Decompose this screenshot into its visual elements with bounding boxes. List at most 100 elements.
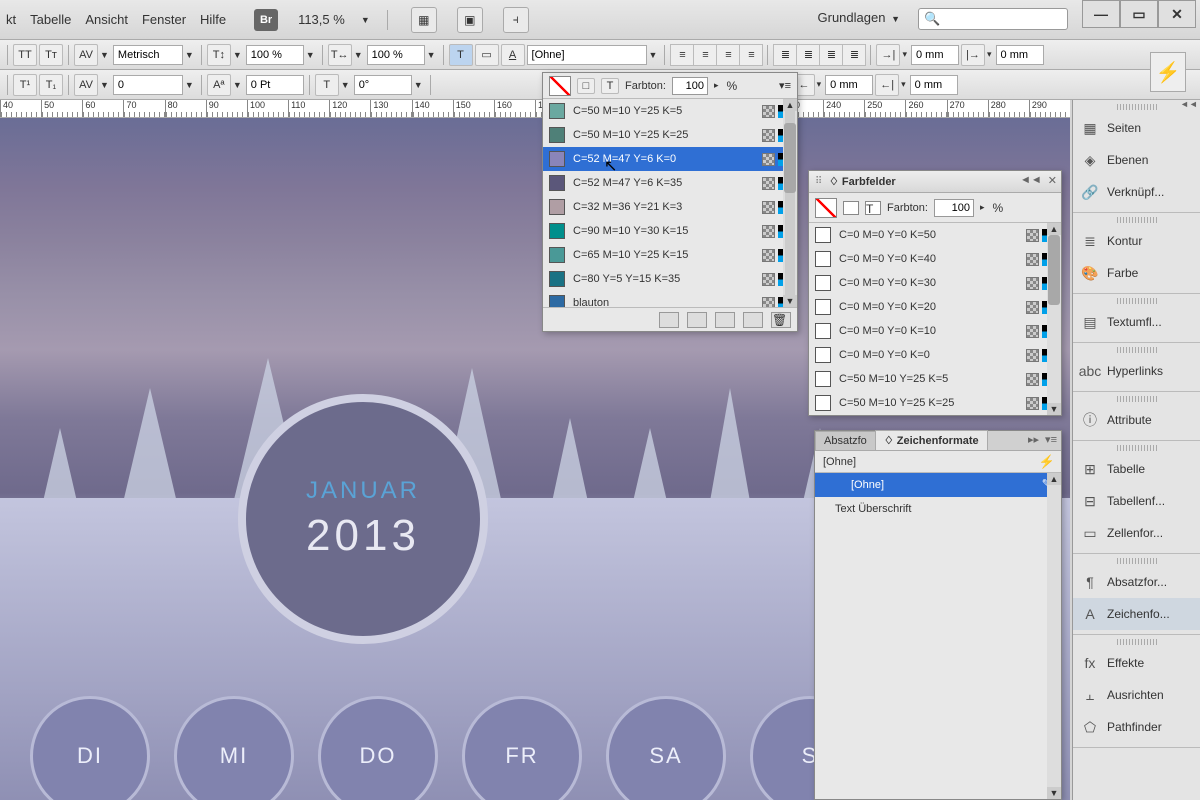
dock-item-seiten[interactable]: ▦Seiten bbox=[1073, 112, 1200, 144]
swatch-row[interactable]: C=32 M=36 Y=21 K=3 bbox=[543, 195, 797, 219]
dock-grip-icon[interactable] bbox=[1117, 298, 1157, 304]
panel-titlebar[interactable]: ⠿ ♢ Farbfelder ◄◄✕ bbox=[809, 171, 1061, 193]
quick-apply-icon[interactable]: ⚡ bbox=[1150, 52, 1186, 92]
ff-farbton-input[interactable] bbox=[934, 199, 974, 217]
fill-frame-icon[interactable]: ▭ bbox=[475, 44, 499, 66]
hscale-icon[interactable]: T↔ bbox=[328, 44, 352, 66]
formatting-text-icon[interactable]: □ bbox=[577, 78, 595, 94]
swatch-row[interactable]: C=50 M=10 Y=25 K=5 bbox=[543, 99, 797, 123]
dock-item-zeichenfo[interactable]: AZeichenfo... bbox=[1073, 598, 1200, 630]
new-gradient-icon[interactable] bbox=[715, 312, 735, 328]
kerning-select[interactable] bbox=[113, 45, 183, 65]
dock-item-attribute[interactable]: ⓘAttribute bbox=[1073, 404, 1200, 436]
collapse-icon[interactable]: ◄◄ bbox=[1020, 174, 1042, 187]
farbton-input[interactable] bbox=[672, 77, 708, 95]
swatch-row[interactable]: C=52 M=47 Y=6 K=0 bbox=[543, 147, 797, 171]
formatting-container-icon[interactable]: T bbox=[601, 78, 619, 94]
fill-proxy-icon[interactable] bbox=[549, 76, 571, 96]
help-search[interactable]: 🔍 bbox=[918, 8, 1068, 30]
smallcaps-icon[interactable]: Tᴛ bbox=[39, 44, 63, 66]
bridge-button[interactable]: Br bbox=[254, 9, 278, 31]
justify-all-icon[interactable]: ≣ bbox=[842, 44, 866, 66]
vscale-input[interactable] bbox=[246, 45, 304, 65]
grip-icon[interactable]: ⠿ bbox=[815, 176, 823, 187]
dock-item-textumfl[interactable]: ▤Textumfl... bbox=[1073, 306, 1200, 338]
swatch-row[interactable]: C=80 Y=5 Y=15 K=35 bbox=[543, 267, 797, 291]
ff-small-1-icon[interactable] bbox=[843, 201, 859, 215]
panel-close-icon[interactable]: ✕ bbox=[1048, 174, 1057, 187]
ff-swatch-row[interactable]: C=0 M=0 Y=0 K=10 bbox=[809, 319, 1061, 343]
last-line-icon[interactable]: ←| bbox=[875, 74, 899, 96]
align-left-icon[interactable]: ≡ bbox=[670, 44, 694, 66]
ff-swatch-row[interactable]: C=0 M=0 Y=0 K=20 bbox=[809, 295, 1061, 319]
dropdown-scrollbar[interactable]: ▲ ▼ bbox=[783, 99, 797, 307]
close-button[interactable]: ✕ bbox=[1158, 0, 1196, 28]
dock-grip-icon[interactable] bbox=[1117, 104, 1157, 110]
dock-item-ausrichten[interactable]: ⫠Ausrichten bbox=[1073, 679, 1200, 711]
dock-item-kontur[interactable]: ≣Kontur bbox=[1073, 225, 1200, 257]
ff-swatch-row[interactable]: C=0 M=0 Y=0 K=50 bbox=[809, 223, 1061, 247]
ff-swatch-row[interactable]: C=0 M=0 Y=0 K=0 bbox=[809, 343, 1061, 367]
char-style-a-icon[interactable]: A bbox=[501, 44, 525, 66]
dock-grip-icon[interactable] bbox=[1117, 445, 1157, 451]
subscript-icon[interactable]: T₁ bbox=[39, 74, 63, 96]
zoom-dropdown-icon[interactable]: ▼ bbox=[361, 15, 370, 25]
indent-right-input[interactable] bbox=[825, 75, 873, 95]
skew-input[interactable] bbox=[354, 75, 412, 95]
zf-expand-icon[interactable]: ▸▸ bbox=[1028, 433, 1039, 446]
maximize-button[interactable]: ▭ bbox=[1120, 0, 1158, 28]
dock-item-pathfinder[interactable]: ⬠Pathfinder bbox=[1073, 711, 1200, 743]
dock-grip-icon[interactable] bbox=[1117, 558, 1157, 564]
tracking-input[interactable] bbox=[113, 75, 183, 95]
screen-mode-2-icon[interactable]: ▣ bbox=[457, 7, 483, 33]
scroll-thumb[interactable] bbox=[784, 123, 796, 193]
override-icon[interactable]: ⚡ bbox=[1039, 454, 1055, 470]
scroll-up-icon[interactable]: ▲ bbox=[783, 99, 797, 111]
justify-right-icon[interactable]: ≣ bbox=[819, 44, 843, 66]
weekday-circle[interactable]: DI bbox=[30, 696, 150, 800]
baseline-icon[interactable]: Aª bbox=[207, 74, 231, 96]
dock-grip-icon[interactable] bbox=[1117, 217, 1157, 223]
vscale-icon[interactable]: T↕ bbox=[207, 44, 231, 66]
indent-left-input[interactable] bbox=[911, 45, 959, 65]
dock-item-zellenfor[interactable]: ▭Zellenfor... bbox=[1073, 517, 1200, 549]
align-right-icon[interactable]: ≡ bbox=[716, 44, 740, 66]
dock-grip-icon[interactable] bbox=[1117, 639, 1157, 645]
ff-swatch-row[interactable]: C=0 M=0 Y=0 K=30 bbox=[809, 271, 1061, 295]
swatch-row[interactable]: C=52 M=47 Y=6 K=35 bbox=[543, 171, 797, 195]
arrange-icon[interactable]: ⫞ bbox=[503, 7, 529, 33]
menu-fenster[interactable]: Fenster bbox=[142, 12, 186, 27]
dock-expand-icon[interactable]: ◄◄ bbox=[1180, 99, 1196, 109]
weekday-circle[interactable]: DO bbox=[318, 696, 438, 800]
weekday-circle[interactable]: FR bbox=[462, 696, 582, 800]
zf-scroll-up-icon[interactable]: ▲ bbox=[1047, 473, 1061, 485]
dock-item-ebenen[interactable]: ◈Ebenen bbox=[1073, 144, 1200, 176]
char-style-row[interactable]: Text Überschrift bbox=[815, 497, 1061, 521]
indent-left-icon[interactable]: →| bbox=[876, 44, 900, 66]
char-style-row[interactable]: [Ohne] bbox=[815, 473, 1061, 497]
ff-swatch-row[interactable]: C=50 M=10 Y=25 K=5 bbox=[809, 367, 1061, 391]
tab-absatzformate[interactable]: Absatzfo bbox=[815, 431, 876, 450]
workspace-selector[interactable]: Grundlagen ▼ bbox=[818, 10, 901, 25]
justify-left-icon[interactable]: ≣ bbox=[773, 44, 797, 66]
ff-fill-proxy-icon[interactable] bbox=[815, 198, 837, 218]
skew-icon[interactable]: T bbox=[315, 74, 339, 96]
zoom-level[interactable]: 113,5 % bbox=[298, 12, 345, 27]
ff-scrollbar[interactable]: ▲ ▼ bbox=[1047, 223, 1061, 415]
calendar-title-circle[interactable]: JANUAR 2013 bbox=[238, 394, 488, 644]
menu-tabelle[interactable]: Tabelle bbox=[30, 12, 71, 27]
kerning-icon[interactable]: AV bbox=[74, 44, 98, 66]
fill-text-icon[interactable]: T bbox=[449, 44, 473, 66]
weekday-circle[interactable]: MI bbox=[174, 696, 294, 800]
dock-item-farbe[interactable]: 🎨Farbe bbox=[1073, 257, 1200, 289]
superscript-icon[interactable]: T¹ bbox=[13, 74, 37, 96]
swatch-row[interactable]: C=50 M=10 Y=25 K=25 bbox=[543, 123, 797, 147]
horizontal-ruler[interactable]: 4050607080901001101201301401501601701801… bbox=[0, 100, 1070, 118]
new-color-icon[interactable] bbox=[743, 312, 763, 328]
zf-menu-icon[interactable]: ▾≡ bbox=[1045, 433, 1057, 446]
minimize-button[interactable]: — bbox=[1082, 0, 1120, 28]
dock-item-effekte[interactable]: fxEffekte bbox=[1073, 647, 1200, 679]
zf-current-style[interactable]: [Ohne]⚡ bbox=[815, 451, 1061, 473]
new-swatch-group-icon[interactable] bbox=[659, 312, 679, 328]
justify-center-icon[interactable]: ≣ bbox=[796, 44, 820, 66]
